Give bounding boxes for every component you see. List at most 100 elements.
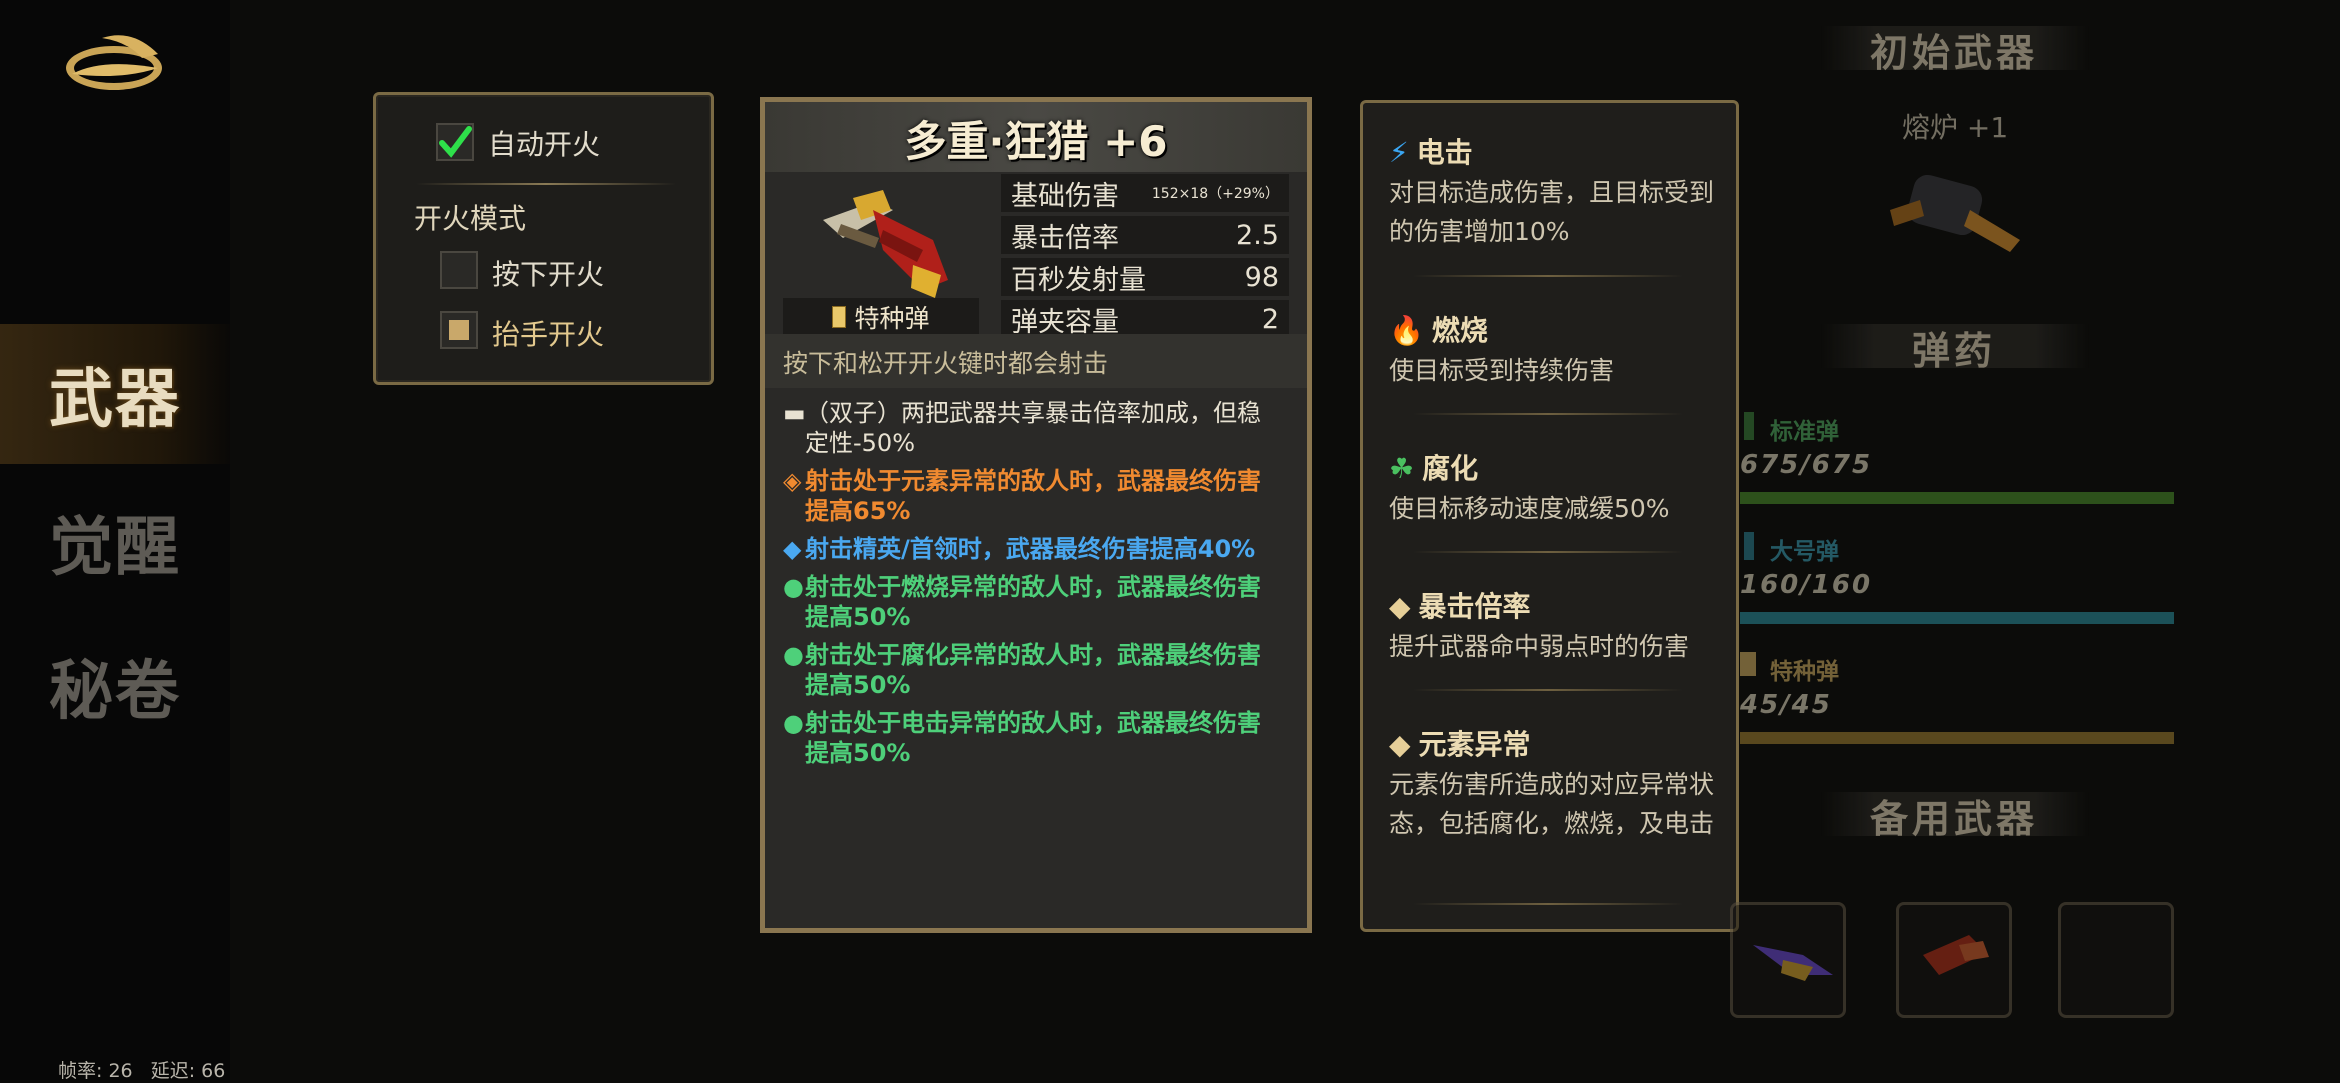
ammo-name-standard: 标准弹 — [1770, 419, 1839, 445]
weapon-trait: ◈ 射击处于元素异常的敌人时，武器最终伤害提高65% — [783, 466, 1283, 526]
sidebar-item-scroll[interactable]: 秘卷 — [0, 616, 230, 756]
effect-description: 提升武器命中弱点时的伤害 — [1389, 632, 1690, 661]
backup-weapon-slot-1[interactable] — [1730, 902, 1846, 1018]
weapon-card: 多重·狂猎 +6 特种弹 基础伤害 152×18（+29%） 暴击倍率 2.5 … — [760, 97, 1312, 933]
trait-bullet-icon: ● — [783, 641, 804, 669]
weapon-traits-list: ▬ （双子）两把武器共享暴击倍率加成，但稳定性-50% ◈ 射击处于元素异常的敌人时，… — [783, 398, 1283, 776]
effect-description: 使目标移动速度减缓50% — [1389, 494, 1670, 523]
backup-weapon-slot-2[interactable] — [1896, 902, 2012, 1018]
special-ammo-icon — [1740, 652, 1756, 676]
sidebar-item-weapon[interactable]: 武器 — [0, 324, 230, 464]
weapon-description: 按下和松开开火键时都会射击 — [783, 349, 1109, 378]
weapon-image — [823, 190, 948, 298]
trait-text: （双子）两把武器共享暴击倍率加成，但稳定性-50% — [805, 399, 1261, 457]
ammo-bar-fill — [1740, 612, 2174, 624]
press-fire-label: 按下开火 — [492, 258, 605, 291]
trait-bullet-icon: ▬ — [783, 399, 806, 427]
weapon-trait: ▬ （双子）两把武器共享暴击倍率加成，但稳定性-50% — [783, 398, 1283, 458]
trait-text: 射击处于元素异常的敌人时，武器最终伤害提高65% — [805, 467, 1261, 525]
stat-value: 152×18（+29%） — [1151, 186, 1279, 202]
fire-mode-title: 开火模式 — [414, 202, 527, 235]
ammo-bar-fill — [1740, 492, 2174, 504]
trait-bullet-icon: ● — [783, 573, 804, 601]
ammo-bar-large — [1740, 612, 2174, 624]
stat-label: 弹夹容量 — [1011, 306, 1119, 338]
ammo-title: 弹药 — [1912, 328, 1997, 373]
effect-title: ☘ 腐化 — [1389, 447, 1478, 487]
ammo-bar-fill — [1740, 732, 2174, 744]
weapon-trait: ● 射击处于腐化异常的敌人时，武器最终伤害提高50% — [783, 640, 1283, 700]
effect-title: ◆ 暴击倍率 — [1389, 585, 1531, 625]
stat-magazine: 弹夹容量 2 — [1001, 300, 1289, 338]
trait-text: 射击处于腐化异常的敌人时，武器最终伤害提高50% — [805, 641, 1261, 699]
ammo-count-special: 45/45 — [1740, 690, 1832, 720]
fps-latency-readout: 帧率: 26 延迟: 66 — [58, 1060, 226, 1082]
checkmark-icon — [439, 126, 472, 158]
divider — [1413, 413, 1683, 415]
backup-weapon-image — [1923, 935, 1989, 975]
backup-weapon-image — [1753, 945, 1833, 981]
release-fire-checkbox[interactable] — [440, 311, 478, 349]
effect-title: ◆ 元素异常 — [1389, 723, 1531, 763]
initial-weapon-name: 熔炉 +1 — [1902, 111, 2009, 144]
divider — [1413, 903, 1683, 905]
stat-fire-rate: 百秒发射量 98 — [1001, 258, 1289, 296]
auto-fire-checkbox[interactable] — [436, 123, 474, 161]
backup-weapon-slot-3[interactable] — [2058, 902, 2174, 1018]
large-ammo-icon — [1744, 532, 1754, 560]
effect-description: 使目标受到持续伤害 — [1389, 356, 1615, 385]
divider — [1413, 689, 1683, 691]
stat-value: 98 — [1244, 261, 1279, 293]
stat-value: 2 — [1261, 303, 1279, 335]
initial-weapon-image[interactable] — [1880, 160, 2030, 260]
diamond-icon: ◆ — [1389, 728, 1411, 761]
stat-label: 百秒发射量 — [1011, 264, 1146, 296]
effect-title-text: 腐化 — [1422, 452, 1479, 485]
stat-label: 暴击倍率 — [1011, 222, 1119, 254]
trait-bullet-icon: ◆ — [783, 535, 802, 563]
sidebar-item-awaken[interactable]: 觉醒 — [0, 472, 230, 612]
trait-text: 射击精英/首领时，武器最终伤害提高40% — [805, 535, 1256, 563]
ammo-count-standard: 675/675 — [1740, 450, 1873, 480]
trait-bullet-icon: ● — [783, 709, 804, 737]
fire-options-panel: 自动开火 开火模式 按下开火 抬手开火 — [373, 92, 714, 385]
game-logo[interactable] — [62, 28, 166, 94]
press-fire-checkbox[interactable] — [440, 251, 478, 289]
stat-crit-multiplier: 暴击倍率 2.5 — [1001, 216, 1289, 254]
effect-description: 对目标造成伤害，且目标受到的伤害增加10% — [1389, 178, 1715, 246]
ammo-bar-special — [1740, 732, 2174, 744]
divider — [1413, 551, 1683, 553]
special-ammo-icon — [832, 306, 847, 328]
effect-title: 🔥 燃烧 — [1389, 309, 1488, 349]
stat-base-damage: 基础伤害 152×18（+29%） — [1001, 174, 1289, 212]
ammo-name-large: 大号弹 — [1770, 539, 1839, 565]
fire-icon: 🔥 — [1389, 314, 1424, 347]
divider — [1413, 275, 1683, 277]
effect-description: 元素伤害所造成的对应异常状态，包括腐化，燃烧，及电击 — [1389, 770, 1715, 838]
ammo-bar-standard — [1740, 492, 2174, 504]
effect-title-text: 电击 — [1416, 136, 1473, 169]
standard-ammo-icon — [1744, 412, 1754, 440]
trait-text: 射击处于电击异常的敌人时，武器最终伤害提高50% — [805, 709, 1261, 767]
ammo-count-large: 160/160 — [1740, 570, 1873, 600]
effect-title-text: 燃烧 — [1431, 314, 1488, 347]
effect-title-text: 元素异常 — [1418, 728, 1531, 761]
weapon-name: 多重·狂猎 +6 — [904, 117, 1168, 166]
corrosion-icon: ☘ — [1389, 452, 1415, 485]
trait-bullet-icon: ◈ — [783, 467, 802, 495]
stat-label: 基础伤害 — [1011, 180, 1119, 212]
backup-weapon-title: 备用武器 — [1870, 796, 2039, 841]
effect-title: ⚡ 电击 — [1389, 131, 1473, 171]
initial-weapon-title: 初始武器 — [1870, 30, 2039, 75]
divider — [416, 183, 676, 185]
ammo-type-label: 特种弹 — [854, 304, 930, 333]
weapon-trait: ● 射击处于电击异常的敌人时，武器最终伤害提高50% — [783, 708, 1283, 768]
sidebar: 武器 觉醒 秘卷 帧率: 26 延迟: 66 — [0, 0, 230, 1082]
effects-panel: ⚡ 电击对目标造成伤害，且目标受到的伤害增加10% 🔥 燃烧使目标受到持续伤害 ☘ 腐化使… — [1360, 100, 1739, 932]
auto-fire-label: 自动开火 — [488, 128, 601, 161]
ammo-name-special: 特种弹 — [1770, 659, 1839, 685]
stat-value: 2.5 — [1236, 219, 1279, 251]
diamond-icon: ◆ — [1389, 590, 1411, 623]
effect-title-text: 暴击倍率 — [1418, 590, 1531, 623]
weapon-trait: ● 射击处于燃烧异常的敌人时，武器最终伤害提高50% — [783, 572, 1283, 632]
